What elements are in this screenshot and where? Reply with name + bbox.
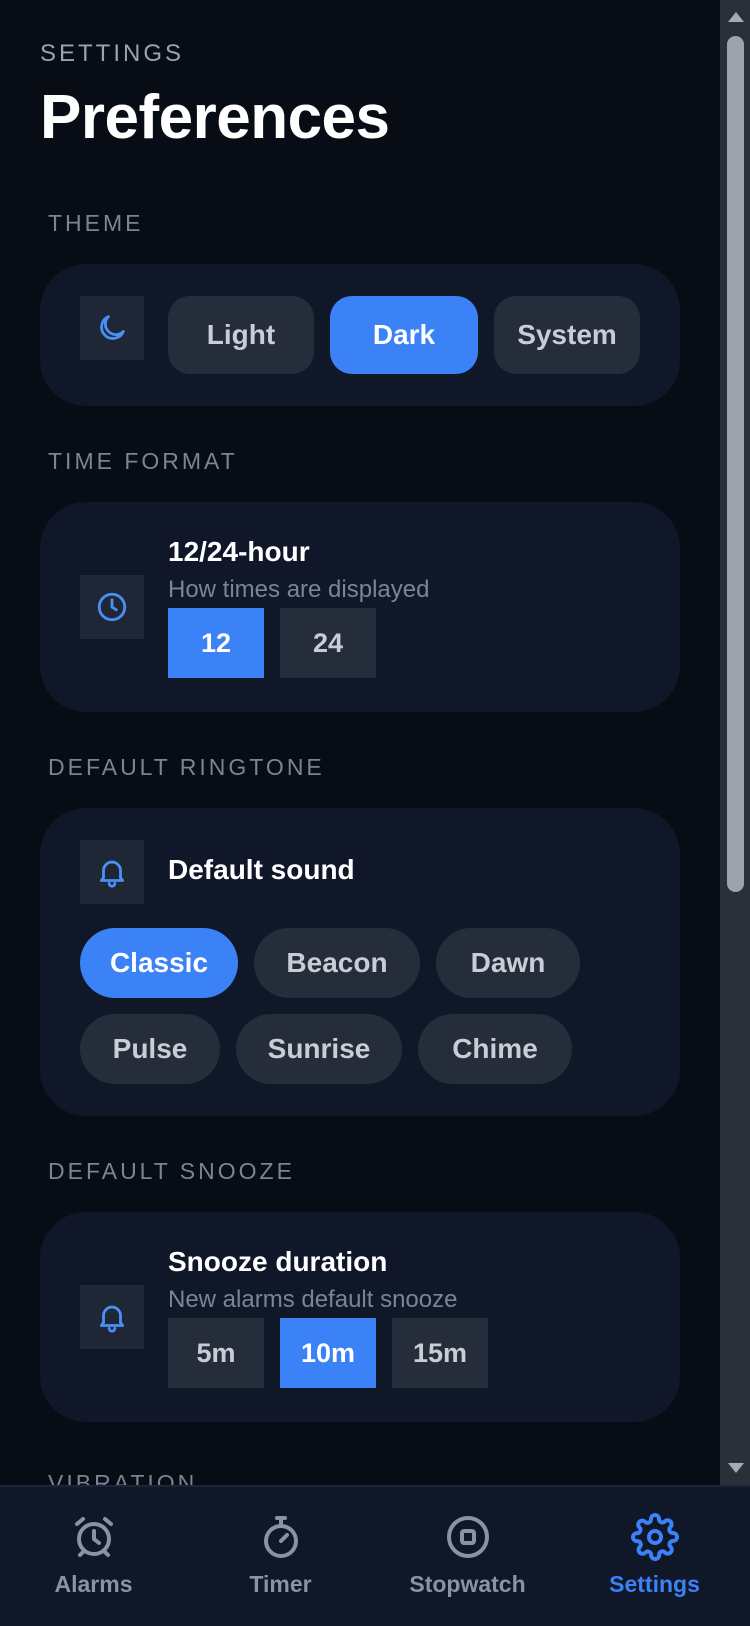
settings-scroll-area[interactable]: SETTINGS Preferences THEME Light Dark Sy… — [0, 0, 720, 1485]
tab-settings[interactable]: Settings — [561, 1487, 748, 1626]
ringtone-option-dawn[interactable]: Dawn — [436, 928, 580, 998]
scrollbar[interactable] — [720, 0, 750, 1485]
snooze-option-5m[interactable]: 5m — [168, 1318, 264, 1388]
moon-icon — [80, 296, 144, 360]
ringtone-option-classic[interactable]: Classic — [80, 928, 238, 998]
alarm-clock-icon — [74, 1517, 113, 1557]
gear-icon — [630, 1513, 679, 1561]
tab-label: Stopwatch — [409, 1571, 526, 1597]
tab-label: Timer — [249, 1571, 312, 1597]
bell-icon — [80, 840, 144, 904]
time-format-subtitle: How times are displayed — [168, 576, 430, 603]
section-label-theme: THEME — [48, 210, 144, 236]
scroll-up-arrow-icon[interactable] — [728, 12, 744, 22]
snooze-option-10m[interactable]: 10m — [280, 1318, 376, 1388]
clock-icon — [80, 575, 144, 639]
snooze-card: Snooze duration New alarms default snooz… — [40, 1212, 680, 1422]
ringtone-title: Default sound — [168, 854, 355, 885]
page-eyebrow: SETTINGS — [40, 40, 185, 67]
ringtone-option-beacon[interactable]: Beacon — [254, 928, 420, 998]
ringtone-option-sunrise[interactable]: Sunrise — [236, 1014, 402, 1084]
section-label-time-format: TIME FORMAT — [48, 448, 238, 474]
section-label-snooze: DEFAULT SNOOZE — [48, 1158, 295, 1184]
bell-icon — [80, 1285, 144, 1349]
tab-label: Settings — [609, 1571, 700, 1597]
time-format-card: 12/24-hour How times are displayed 12 24 — [40, 502, 680, 712]
tab-alarms[interactable]: Alarms — [0, 1487, 187, 1626]
ringtone-option-pulse[interactable]: Pulse — [80, 1014, 220, 1084]
tab-label: Alarms — [54, 1571, 133, 1597]
theme-card: Light Dark System — [40, 264, 680, 406]
snooze-option-15m[interactable]: 15m — [392, 1318, 488, 1388]
tab-timer[interactable]: Timer — [187, 1487, 374, 1626]
time-format-title: 12/24-hour — [168, 536, 310, 567]
time-format-option-24[interactable]: 24 — [280, 608, 376, 678]
bottom-tab-bar: Alarms Timer Stopwatch Settings — [0, 1485, 750, 1626]
time-format-option-12[interactable]: 12 — [168, 608, 264, 678]
stop-circle-icon — [446, 1516, 489, 1558]
scrollbar-thumb[interactable] — [727, 36, 744, 892]
stopwatch-icon — [263, 1516, 298, 1558]
ringtone-card: Default sound Classic Beacon Dawn Pulse … — [40, 808, 680, 1116]
snooze-title: Snooze duration — [168, 1246, 388, 1277]
theme-option-system[interactable]: System — [494, 296, 640, 374]
ringtone-option-chime[interactable]: Chime — [418, 1014, 572, 1084]
section-label-ringtone: DEFAULT RINGTONE — [48, 754, 325, 780]
section-label-vibration: VIBRATION — [48, 1470, 198, 1485]
snooze-subtitle: New alarms default snooze — [168, 1286, 458, 1313]
theme-option-dark[interactable]: Dark — [330, 296, 478, 374]
page-title: Preferences — [40, 83, 390, 152]
scroll-down-arrow-icon[interactable] — [728, 1463, 744, 1473]
theme-option-light[interactable]: Light — [168, 296, 314, 374]
tab-stopwatch[interactable]: Stopwatch — [374, 1487, 561, 1626]
